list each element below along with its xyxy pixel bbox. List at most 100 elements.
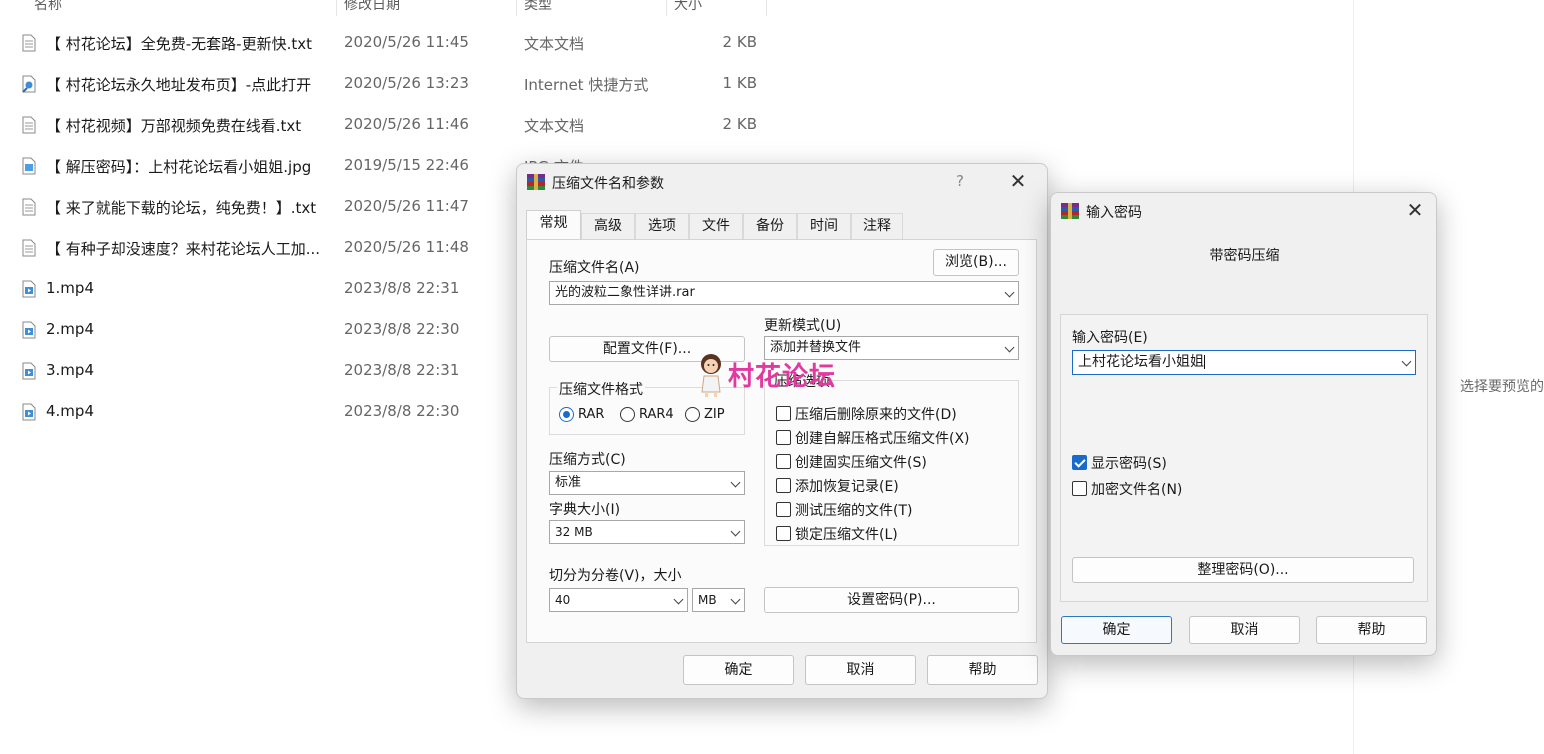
- file-name: 2.mp4: [46, 320, 94, 338]
- browse-button[interactable]: 浏览(B)...: [933, 249, 1019, 276]
- show-password-checkbox[interactable]: [1072, 455, 1087, 470]
- split-size-value: 40: [555, 593, 571, 607]
- help-button[interactable]: 帮助: [927, 655, 1038, 685]
- tab-0[interactable]: 常规: [526, 210, 581, 240]
- file-name: 【 解压密码】：上村花论坛看小姐姐.jpg: [46, 158, 312, 176]
- archive-name-combobox[interactable]: 光的波粒二象性详讲.rar: [549, 281, 1019, 305]
- file-date: 2020/5/26 11:46: [344, 115, 469, 133]
- enter-password-dialog: 输入密码 ✕ 带密码压缩 输入密码(E) 上村花论坛看小姐姐 显示密码(S) 加…: [1050, 192, 1437, 656]
- option-label[interactable]: 创建固实压缩文件(S): [795, 452, 927, 472]
- site-watermark: 村花论坛: [696, 352, 856, 400]
- password-input[interactable]: 上村花论坛看小姐姐: [1072, 350, 1416, 375]
- tab-3[interactable]: 文件: [689, 213, 743, 239]
- column-separator[interactable]: [666, 0, 667, 16]
- format-radio-label[interactable]: RAR4: [639, 407, 674, 422]
- encrypt-filenames-label[interactable]: 加密文件名(N): [1091, 479, 1182, 499]
- chevron-down-icon[interactable]: [1401, 356, 1412, 367]
- file-name: 【 村花论坛永久地址发布页】-点此打开: [46, 76, 312, 94]
- tab-4[interactable]: 备份: [743, 213, 797, 239]
- file-row[interactable]: 【 村花论坛】全免费-无套路-更新快.txt 2020/5/26 11:45 文本文…: [0, 23, 780, 63]
- text-cursor: [1204, 355, 1205, 369]
- chevron-down-icon[interactable]: [1004, 287, 1015, 298]
- compression-method-label: 压缩方式(C): [549, 452, 626, 468]
- option-checkbox[interactable]: [776, 454, 791, 469]
- format-radio-label[interactable]: RAR: [578, 407, 604, 422]
- file-date: 2020/5/26 11:48: [344, 238, 469, 256]
- column-separator[interactable]: [766, 0, 767, 16]
- tab-2[interactable]: 选项: [635, 213, 689, 239]
- column-header-name[interactable]: 名称: [34, 0, 62, 16]
- shortcut-icon: [22, 75, 36, 93]
- dictionary-size-label: 字典大小(I): [549, 502, 621, 518]
- cancel-button[interactable]: 取消: [1189, 616, 1300, 644]
- dialog-titlebar[interactable]: 输入密码 ✕: [1051, 193, 1436, 229]
- dictionary-size-value: 32 MB: [555, 525, 593, 539]
- file-row[interactable]: 【 村花论坛永久地址发布页】-点此打开 2020/5/26 13:23 Intern…: [0, 64, 780, 104]
- archive-format-label: 压缩文件格式: [557, 379, 645, 399]
- file-size: 2 KB: [722, 115, 757, 133]
- tab-5[interactable]: 时间: [797, 213, 851, 239]
- format-radio-label[interactable]: ZIP: [704, 407, 725, 422]
- archive-name-label: 压缩文件名(A): [549, 260, 640, 276]
- option-checkbox[interactable]: [776, 526, 791, 541]
- dialog-titlebar[interactable]: 压缩文件名和参数 ? ✕: [517, 164, 1047, 200]
- help-question-icon[interactable]: ?: [950, 172, 970, 192]
- option-label[interactable]: 创建自解压格式压缩文件(X): [795, 428, 970, 448]
- help-button[interactable]: 帮助: [1316, 616, 1427, 644]
- winrar-icon: [527, 174, 545, 190]
- column-separator[interactable]: [336, 0, 337, 16]
- set-password-button[interactable]: 设置密码(P)...: [764, 587, 1019, 613]
- option-label[interactable]: 添加恢复记录(E): [795, 476, 899, 496]
- cancel-button[interactable]: 取消: [805, 655, 916, 685]
- chevron-down-icon[interactable]: [673, 594, 684, 605]
- option-checkbox[interactable]: [776, 430, 791, 445]
- close-icon[interactable]: ✕: [1398, 198, 1432, 224]
- file-name: 【 有种子却没速度？来村花论坛人工加...: [46, 240, 321, 258]
- tab-1[interactable]: 高级: [581, 213, 635, 239]
- watermark-text: 村花论坛: [728, 362, 837, 392]
- dictionary-size-select[interactable]: 32 MB: [549, 520, 745, 544]
- split-volumes-label: 切分为分卷(V)，大小: [549, 568, 682, 584]
- encrypt-filenames-checkbox[interactable]: [1072, 481, 1087, 496]
- show-password-label[interactable]: 显示密码(S): [1091, 453, 1167, 473]
- split-unit-select[interactable]: MB: [692, 588, 745, 612]
- file-type: Internet 快捷方式: [524, 76, 649, 94]
- organize-passwords-button[interactable]: 整理密码(O)...: [1072, 557, 1414, 583]
- file-name: 【 来了就能下载的论坛，纯免费！】.txt: [46, 199, 317, 217]
- split-size-combobox[interactable]: 40: [549, 588, 688, 612]
- chevron-down-icon[interactable]: [730, 594, 741, 605]
- column-header-type[interactable]: 类型: [524, 0, 552, 16]
- chevron-down-icon[interactable]: [730, 526, 741, 537]
- password-value: 上村花论坛看小姐姐: [1078, 354, 1204, 370]
- compression-method-select[interactable]: 标准: [549, 471, 745, 495]
- chevron-down-icon[interactable]: [730, 477, 741, 488]
- file-name: 【 村花论坛】全免费-无套路-更新快.txt: [46, 35, 313, 53]
- file-row[interactable]: 【 村花视频】万部视频免费在线看.txt 2020/5/26 11:46 文本文档 2…: [0, 105, 780, 145]
- option-checkbox[interactable]: [776, 502, 791, 517]
- file-size: 2 KB: [722, 33, 757, 51]
- tab-6[interactable]: 注释: [851, 213, 903, 239]
- column-separator[interactable]: [516, 0, 517, 16]
- file-type: 文本文档: [524, 35, 585, 53]
- winrar-icon: [1061, 203, 1079, 219]
- tab-panel-general: 压缩文件名(A) 浏览(B)... 光的波粒二象性详讲.rar 配置文件(F).…: [526, 239, 1037, 643]
- text-file-icon: [22, 239, 36, 257]
- ok-button[interactable]: 确定: [683, 655, 794, 685]
- update-mode-label: 更新模式(U): [764, 318, 842, 334]
- ok-button[interactable]: 确定: [1061, 616, 1172, 644]
- option-checkbox[interactable]: [776, 406, 791, 421]
- chevron-down-icon[interactable]: [1004, 342, 1015, 353]
- option-checkbox[interactable]: [776, 478, 791, 493]
- video-file-icon: [22, 321, 36, 339]
- format-radio-zip[interactable]: [685, 407, 700, 422]
- format-radio-rar4[interactable]: [620, 407, 635, 422]
- format-radio-rar[interactable]: [559, 407, 574, 422]
- option-label[interactable]: 压缩后删除原来的文件(D): [795, 404, 957, 424]
- split-unit-value: MB: [698, 593, 717, 607]
- close-icon[interactable]: ✕: [1001, 169, 1035, 195]
- column-header-size[interactable]: 大小: [674, 0, 702, 16]
- column-header-date[interactable]: 修改日期: [344, 0, 400, 16]
- option-label[interactable]: 锁定压缩文件(L): [795, 524, 898, 544]
- option-label[interactable]: 测试压缩的文件(T): [795, 500, 912, 520]
- dialog-title: 输入密码: [1086, 205, 1142, 221]
